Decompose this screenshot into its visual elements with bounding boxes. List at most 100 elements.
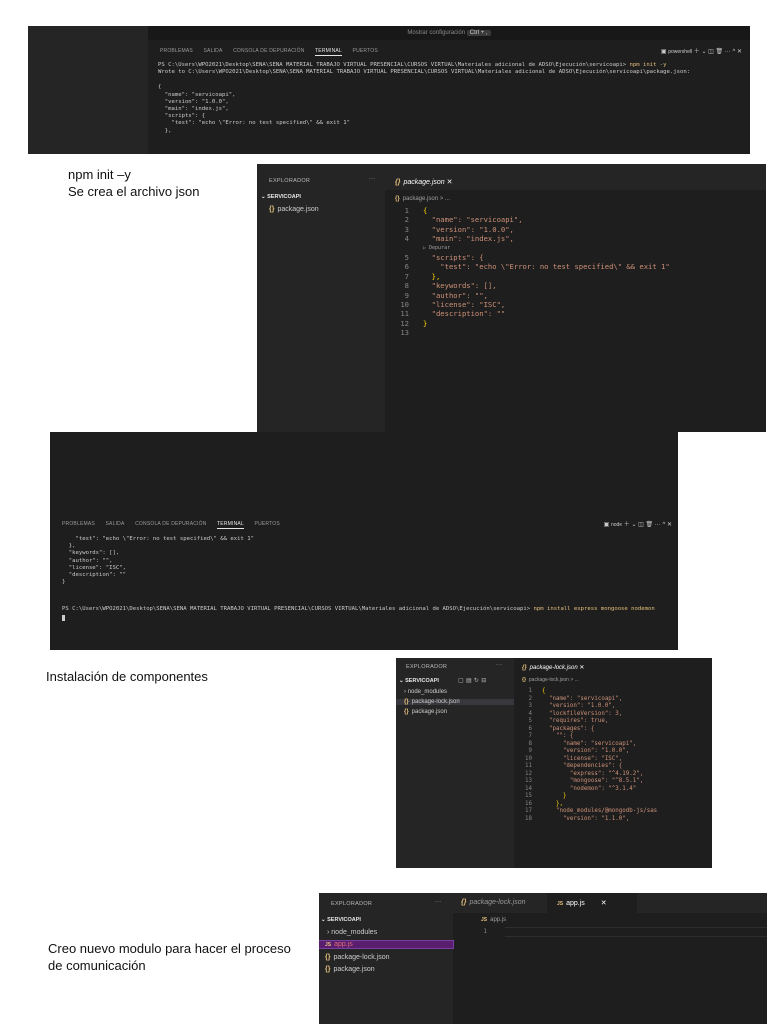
file-package-json[interactable]: {} package.json [325,966,375,973]
breadcrumb: {} package.json > ... [395,196,450,202]
tab-salida[interactable]: SALIDA [106,521,125,527]
editor-screenshot-package-json: EXPLORADOR ··· ⌄ SERVICOAPI {} package.js… [257,164,766,432]
file-package-lock-json[interactable]: {} package-lock.json [396,699,514,705]
tab-app-js[interactable]: JS app.js ✕ [557,899,607,907]
more-icon[interactable]: ··· [725,49,731,55]
chevron-down-icon[interactable]: ⌄ [701,49,706,55]
terminal-icon: ▣ [660,49,667,55]
js-icon: JS [481,917,488,923]
chevron-down-icon[interactable]: ⌄ [631,522,636,528]
tab-terminal[interactable]: TERMINAL [315,48,342,56]
caption-line-1: Instalación de componentes [46,669,208,684]
command-center-label: Mostrar configuración [407,30,466,36]
folder-node-modules[interactable]: › node_modules [404,689,447,695]
code-editor[interactable]: 1{2 "name": "servicoapi", 3 "version": "1… [514,688,657,823]
terminal-output: "test": "echo \"Error: no test specified… [62,536,674,621]
chevron-up-icon[interactable]: ^ [662,522,665,528]
code-line: 4 "main": "index.js", [404,234,514,244]
tab-consola[interactable]: CONSOLA DE DEPURACIÓN [135,521,206,527]
folder-node-modules[interactable]: › node_modules [327,929,377,936]
tab-package-lock-json[interactable]: {} package-lock.json ✕ [522,664,584,671]
more-icon[interactable]: ··· [435,899,441,905]
tab-package-lock-json[interactable]: {} package-lock.json [461,899,525,906]
json-icon: {} [395,196,400,202]
refresh-icon[interactable]: ↻ [474,678,479,684]
file-app-js[interactable]: JS app.js [319,940,454,949]
tab-terminal[interactable]: TERMINAL [217,521,244,529]
close-icon[interactable]: ✕ [737,49,742,55]
folder-servicoapi[interactable]: ⌄ SERVICOAPI [399,678,439,684]
caption-line-2: Se crea el archivo json [68,184,200,199]
split-icon[interactable]: ◫ [638,522,644,528]
folder-servicoapi[interactable]: ⌄ SERVICOAPI [321,917,361,923]
code-line: 2 "name": "servicoapi", [528,695,623,702]
js-icon: JS [557,901,564,907]
close-icon[interactable]: ✕ [601,900,607,907]
breadcrumb: {} package-lock.json > ... [522,677,579,683]
code-line: 6 "packages": { [528,725,595,732]
more-icon[interactable]: ··· [655,522,661,528]
explorer-panel: EXPLORADOR ··· ⌄ SERVICOAPI › node_modul… [319,893,454,1024]
chevron-up-icon[interactable]: ^ [732,49,735,55]
editor-screenshot-app-js: EXPLORADOR ··· ⌄ SERVICOAPI › node_modul… [319,893,767,1024]
command-center-key: Ctrl + , [466,30,491,36]
code-editor[interactable]: 1{2 "name": "servicoapi", 3 "version": "1… [385,206,670,338]
code-line: 14 "nodemon": "^3.1.4" [525,785,637,792]
shell-name[interactable]: powershell [668,49,692,55]
panel-tabs: PROBLEMAS SALIDA CONSOLA DE DEPURACIÓN T… [62,521,289,529]
tab-puertos[interactable]: PUERTOS [353,48,378,54]
codelens-debug[interactable]: ▷ Depurar [385,244,670,253]
current-line-highlight [505,927,767,937]
code-line: 13 "mongoose": "^8.5.1", [525,778,644,784]
panel-controls: ▣ powershell ＋ ⌄ ◫ 🗑 ··· ^ ✕ [661,46,742,55]
folder-servicoapi[interactable]: ⌄ SERVICOAPI [261,194,301,200]
trash-icon[interactable]: 🗑 [646,522,654,528]
tab-bar [385,164,766,190]
collapse-icon[interactable]: ⊟ [481,678,486,684]
file-package-json[interactable]: {} package.json [404,709,447,715]
shell-name[interactable]: node [611,522,622,528]
trash-icon[interactable]: 🗑 [716,49,724,55]
code-line: 3 "version": "1.0.0", [528,703,616,709]
code-line: 11 "dependencies": { [525,763,623,769]
explorer-title: EXPLORADOR [269,178,311,184]
new-folder-icon[interactable]: ▤ [466,678,472,684]
more-icon[interactable]: ··· [369,176,375,182]
tab-salida[interactable]: SALIDA [204,48,223,54]
code-line: 17 "node_modules/@mongodb-js/sas [525,808,658,814]
json-icon: {} [522,665,527,671]
json-icon: {} [395,179,401,186]
close-icon[interactable]: ✕ [667,522,672,528]
close-icon[interactable]: ✕ [579,665,584,671]
explorer-actions[interactable]: ▢ ▤ ↻ ⊟ [458,677,487,684]
new-file-icon[interactable]: ▢ [458,678,464,684]
file-package-lock-json[interactable]: {} package-lock.json [325,954,389,961]
json-output: { "name": "servicoapi", "version": "1.0.… [158,84,350,134]
code-line: 18 "version": "1.1.0", [525,815,630,822]
tab-problemas[interactable]: PROBLEMAS [160,48,193,54]
code-line: 8 "keywords": [], [404,281,497,291]
command-text: npm init -y [629,62,667,68]
editor-screenshot-package-lock: EXPLORADOR ··· ⌄ SERVICOAPI ▢ ▤ ↻ ⊟ › no… [396,658,712,868]
file-package-json[interactable]: {} package.json [269,206,319,213]
split-icon[interactable]: ◫ [708,49,714,55]
wrote-line: Wrote to C:\Users\WPO2021\Desktop\SENA\S… [158,69,691,76]
command-center[interactable]: Mostrar configuración Ctrl + , [148,26,750,40]
plus-icon[interactable]: ＋ [624,522,630,528]
plus-icon[interactable]: ＋ [694,49,700,55]
terminal-screenshot-npm-init: Mostrar configuración Ctrl + , PROBLEMAS… [28,26,750,154]
terminal-output: PS C:\Users\WPO2021\Desktop\SENA\SENA MA… [158,62,746,135]
tab-package-json[interactable]: {} package.json ✕ [395,178,453,186]
code-line: 13 [400,328,409,338]
code-editor[interactable]: 1 [463,927,501,936]
code-line: 8 "name": "servicoapi", [528,740,637,747]
tab-problemas[interactable]: PROBLEMAS [62,521,95,527]
tab-puertos[interactable]: PUERTOS [255,521,280,527]
terminal-icon: ▣ [603,522,610,528]
json-icon: {} [404,699,409,705]
prompt-line: PS C:\Users\WPO2021\Desktop\SENA\SENA MA… [62,606,655,613]
explorer-title: EXPLORADOR [406,664,448,670]
more-icon[interactable]: ··· [496,662,502,668]
close-icon[interactable]: ✕ [447,179,453,186]
tab-consola[interactable]: CONSOLA DE DEPURACIÓN [233,48,304,54]
